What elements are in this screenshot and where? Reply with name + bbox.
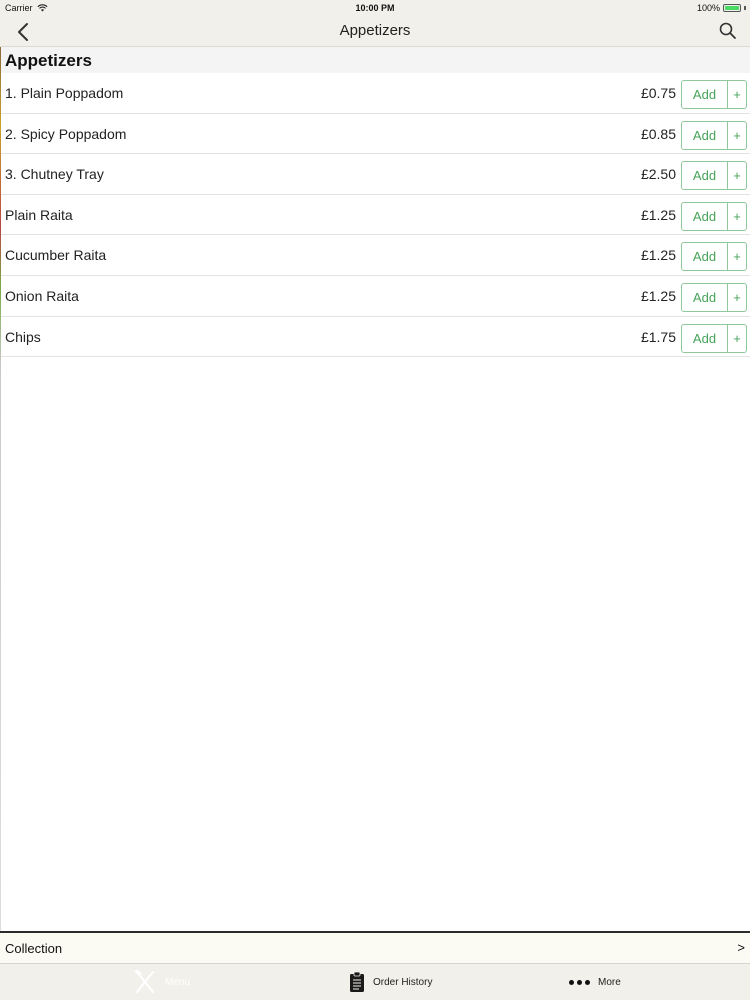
fork-knife-icon bbox=[134, 969, 155, 994]
section-title: Appetizers bbox=[5, 51, 92, 70]
plus-icon: + bbox=[733, 127, 741, 143]
add-button[interactable]: Add + bbox=[681, 201, 747, 231]
clipboard-icon bbox=[350, 971, 364, 992]
battery-percent: 100% bbox=[696, 3, 720, 13]
chevron-right-icon: > bbox=[737, 940, 745, 955]
search-button[interactable] bbox=[718, 21, 738, 41]
add-label: Add bbox=[682, 283, 728, 311]
add-label: Add bbox=[682, 202, 728, 230]
battery-icon bbox=[723, 4, 741, 12]
tab-label: Menu bbox=[165, 976, 191, 988]
add-label: Add bbox=[682, 81, 728, 108]
status-right: 100% bbox=[697, 3, 746, 13]
menu-item[interactable]: 1. Plain Poppadom £0.75 Add + bbox=[1, 73, 750, 114]
menu-item[interactable]: 2. Spicy Poppadom £0.85 Add + bbox=[1, 113, 750, 155]
tab-label: More bbox=[598, 976, 621, 988]
plus-icon: + bbox=[733, 330, 741, 346]
add-label: Add bbox=[682, 162, 728, 190]
search-icon bbox=[719, 22, 736, 39]
tab-label: Order History bbox=[373, 976, 433, 988]
plus-icon: + bbox=[733, 289, 741, 305]
item-name: 3. Chutney Tray bbox=[5, 166, 104, 183]
nav-bar: Appetizers bbox=[0, 16, 750, 47]
more-dots-icon bbox=[569, 979, 590, 985]
tab-order-history[interactable]: Order History bbox=[349, 964, 432, 1000]
tab-more[interactable]: More bbox=[569, 964, 621, 1000]
status-time: 10:00 PM bbox=[355, 3, 395, 13]
menu-item[interactable]: Chips £1.75 Add + bbox=[1, 316, 750, 358]
menu-item[interactable]: Cucumber Raita £1.25 Add + bbox=[1, 235, 750, 276]
item-name: 1. Plain Poppadom bbox=[5, 85, 124, 101]
item-price: £1.25 bbox=[640, 247, 676, 264]
battery-nub bbox=[744, 6, 746, 10]
item-name: Onion Raita bbox=[5, 287, 79, 304]
add-label: Add bbox=[682, 121, 728, 149]
add-button[interactable]: Add + bbox=[681, 282, 747, 312]
menu-list: 1. Plain Poppadom £0.75 Add + 2. Spicy P… bbox=[1, 73, 750, 358]
plus-icon: + bbox=[733, 208, 741, 224]
menu-item[interactable]: Onion Raita £1.25 Add + bbox=[1, 275, 750, 317]
add-label: Add bbox=[682, 243, 728, 271]
plus-icon: + bbox=[733, 249, 741, 265]
add-button[interactable]: Add + bbox=[681, 161, 747, 191]
add-button[interactable]: Add + bbox=[681, 80, 747, 109]
item-price: £1.75 bbox=[640, 328, 676, 345]
add-label: Add bbox=[682, 324, 728, 352]
tab-menu[interactable]: Menu bbox=[133, 964, 190, 1000]
plus-icon: + bbox=[733, 168, 741, 184]
tab-bar: Menu Order History More bbox=[0, 964, 750, 1000]
add-button[interactable]: Add + bbox=[681, 120, 747, 150]
collection-label: Collection bbox=[5, 941, 63, 956]
nav-title: Appetizers bbox=[339, 22, 411, 39]
item-price: £1.25 bbox=[640, 287, 676, 304]
section-header: Appetizers bbox=[1, 47, 750, 73]
item-price: £0.75 bbox=[640, 85, 676, 101]
item-name: Plain Raita bbox=[5, 206, 73, 223]
item-price: £0.85 bbox=[640, 125, 676, 142]
item-price: £1.25 bbox=[640, 206, 676, 223]
collection-bar[interactable]: Collection > bbox=[0, 931, 750, 964]
item-name: 2. Spicy Poppadom bbox=[5, 125, 127, 142]
item-price: £2.50 bbox=[640, 166, 676, 183]
item-name: Chips bbox=[5, 328, 41, 345]
status-bar: Carrier 10:00 PM 100% bbox=[0, 0, 750, 16]
menu-item[interactable]: 3. Chutney Tray £2.50 Add + bbox=[1, 154, 750, 195]
add-button[interactable]: Add + bbox=[681, 323, 747, 353]
add-button[interactable]: Add + bbox=[681, 242, 747, 272]
menu-item[interactable]: Plain Raita £1.25 Add + bbox=[1, 194, 750, 236]
item-name: Cucumber Raita bbox=[5, 247, 107, 264]
plus-icon: + bbox=[733, 87, 741, 102]
